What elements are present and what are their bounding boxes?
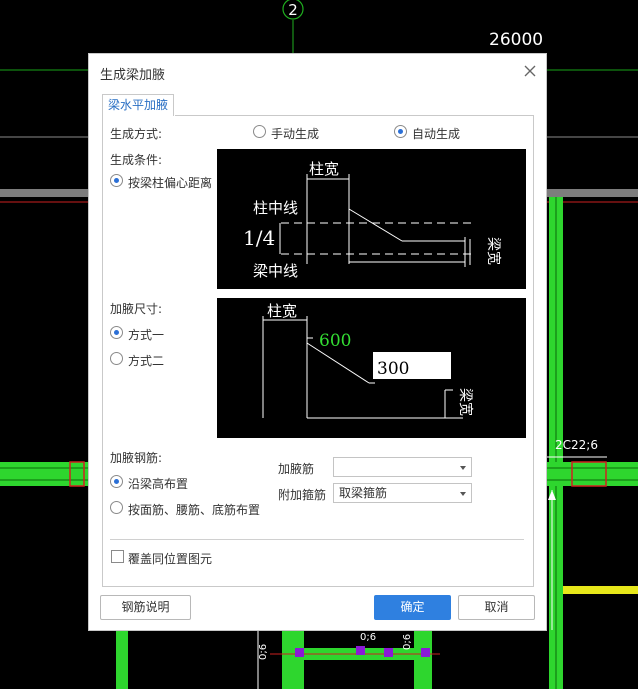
dialog-title: 生成梁加腋 [100, 68, 166, 83]
beam-center-text: 梁中线 [253, 262, 298, 280]
mode-one-label[interactable]: 方式一 [128, 326, 164, 343]
mode-two-label[interactable]: 方式二 [128, 352, 164, 369]
chevron-down-icon [460, 492, 466, 496]
cancel-button[interactable]: 取消 [458, 595, 535, 620]
green-post [282, 631, 304, 689]
green-beam-left [0, 462, 88, 486]
rebar-help-button[interactable]: 钢筋说明 [100, 595, 191, 620]
rebar-label: 加腋钢筋: [110, 451, 163, 465]
overwrite-checkbox[interactable] [111, 550, 124, 563]
eccentric-distance-radio[interactable] [110, 174, 123, 187]
green-beam-right [547, 462, 638, 486]
tab-horizontal-haunch[interactable]: 梁水平加腋 [102, 94, 175, 116]
haunch-length-text: 600 [319, 331, 351, 351]
mode-one-radio[interactable] [110, 326, 123, 339]
yellow-beam [563, 586, 638, 594]
ok-button[interactable]: 确定 [374, 595, 451, 620]
by-face-waist-bottom-radio[interactable] [110, 501, 123, 514]
overwrite-label[interactable]: 覆盖同位置图元 [128, 550, 212, 567]
stirrup-label: 附加箍筋 [278, 488, 327, 502]
eccentric-distance-label[interactable]: 按梁柱偏心距离 [128, 174, 212, 191]
size-label: 加腋尺寸: [110, 302, 163, 316]
generate-haunch-dialog: 生成梁加腋 梁水平加腋 生成方式: 手动生成 自动生成 生成条件: 按梁柱偏心距… [88, 53, 547, 631]
size-diagram: 柱宽 600 300 梁宽 [217, 298, 526, 438]
axis-label: 2 [288, 1, 298, 19]
condition-diagram: 柱宽 柱中线 1/4 梁中线 梁宽 [217, 149, 526, 289]
small-label: 0;6 [258, 644, 269, 660]
condition-label: 生成条件: [110, 153, 163, 167]
small-label: 0;6 [402, 634, 413, 650]
along-beam-height-radio[interactable] [110, 475, 123, 488]
stirrup-select[interactable]: 取梁箍筋 [333, 483, 472, 503]
haunch-bar-select[interactable] [333, 457, 472, 477]
small-label: 0;6 [360, 632, 376, 643]
auto-generate-radio[interactable] [394, 125, 407, 138]
mode-two-radio[interactable] [110, 352, 123, 365]
col-width-text: 柱宽 [267, 302, 297, 320]
by-face-waist-bottom-label[interactable]: 按面筋、腰筋、底筋布置 [128, 501, 260, 518]
beam-width-text: 梁宽 [485, 237, 502, 265]
manual-generate-radio[interactable] [253, 125, 266, 138]
chevron-down-icon [460, 466, 466, 470]
divider [110, 539, 524, 540]
beam-width-text: 梁宽 [457, 388, 474, 416]
close-icon[interactable] [521, 62, 539, 80]
rebar-label: 2C22;6 [555, 438, 598, 452]
col-width-text: 柱宽 [309, 160, 339, 178]
ratio-text: 1/4 [243, 226, 275, 250]
dimension-text: 26000 [489, 30, 543, 50]
along-beam-height-label[interactable]: 沿梁高布置 [128, 475, 188, 492]
col-center-text: 柱中线 [253, 199, 298, 217]
manual-generate-label[interactable]: 手动生成 [271, 125, 319, 142]
haunch-bar-label: 加腋筋 [278, 462, 315, 476]
auto-generate-label[interactable]: 自动生成 [412, 125, 460, 142]
haunch-height-text: 300 [377, 359, 409, 379]
generate-mode-label: 生成方式: [110, 127, 163, 141]
stirrup-value: 取梁箍筋 [339, 486, 388, 500]
